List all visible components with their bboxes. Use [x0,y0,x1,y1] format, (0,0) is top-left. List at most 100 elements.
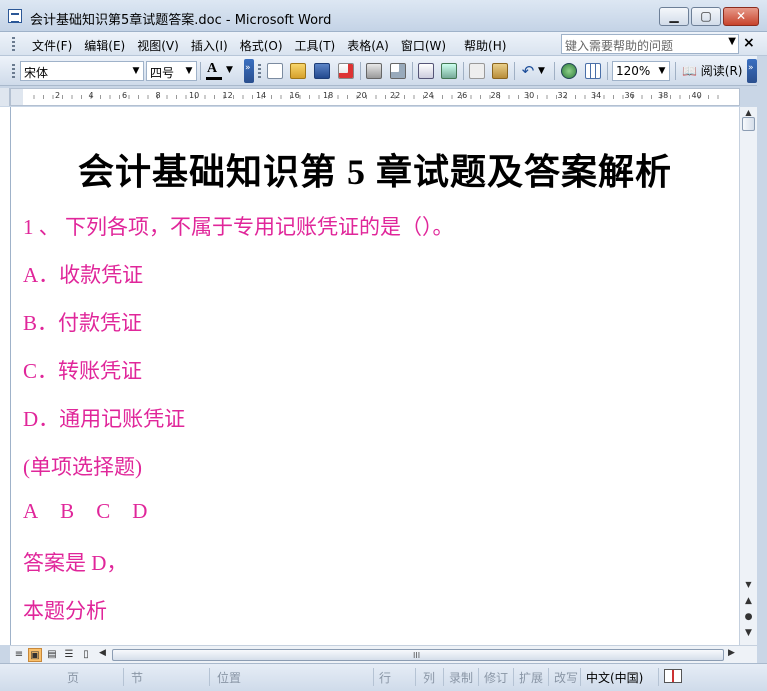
menu-item[interactable]: 窗口(W) [395,36,452,55]
toolbar-grip-handle[interactable] [12,64,15,78]
next-page-icon[interactable]: ▼ [740,628,757,638]
status-track-changes[interactable]: 修订 [481,668,514,686]
menu-item[interactable]: 表格(A) [341,36,395,55]
ruler-label: 18 [323,91,334,100]
toolbar-options-chevron[interactable] [244,59,254,83]
menu-grip-handle[interactable] [12,37,15,51]
chevron-down-icon[interactable]: ▼ [182,62,196,80]
menu-item[interactable]: 编辑(E) [78,36,131,55]
save-icon[interactable] [314,63,330,79]
hyperlink-icon[interactable] [561,63,577,79]
analysis-heading: 本题分析 [23,599,107,623]
document-left-gutter [0,107,10,645]
print-layout-view-icon[interactable]: ▤ [45,648,59,662]
status-extend[interactable]: 扩展 [516,668,549,686]
outline-view-icon[interactable]: ☰ [62,648,76,662]
web-layout-view-icon[interactable]: ▣ [28,648,42,662]
minimize-button[interactable]: ▁ [659,7,689,26]
ruler-label: 24 [423,91,434,100]
menu-item[interactable]: 格式(O) [234,36,289,55]
ruler-label: 6 [122,91,128,100]
ruler-label: 10 [189,91,200,100]
vertical-scroll-thumb[interactable] [742,117,755,131]
document-page[interactable]: 会计基础知识第 5 章试题及答案解析 1 、 下列各项，不属于专用记账凭证的是（… [10,107,739,645]
new-doc-icon[interactable] [267,63,283,79]
normal-view-icon[interactable]: ≡ [12,648,26,662]
spelling-icon[interactable] [418,63,434,79]
ruler-label: 28 [490,91,501,100]
menu-item[interactable]: 工具(T) [289,36,342,55]
toolbar-options-chevron[interactable] [747,59,757,83]
answer-text: 答案是 D， [23,551,128,575]
paste-icon[interactable] [492,63,508,79]
ruler-left-margin [11,89,23,105]
font-name-value: 宋体 [24,66,49,80]
chevron-down-icon[interactable]: ▼ [728,36,736,47]
status-section: 节 [128,668,210,686]
close-document-button[interactable]: × [743,35,755,51]
ask-question-box[interactable]: 键入需要帮助的问题 ▼ [561,34,739,54]
menu-item[interactable]: 文件(F) [26,36,78,55]
menu-item[interactable]: 视图(V) [131,36,185,55]
undo-icon[interactable]: ↶ [520,63,536,79]
status-line: 行 [376,668,416,686]
spelling-status-icon[interactable] [664,669,682,683]
status-language[interactable]: 中文(中国) [583,668,659,686]
menu-item[interactable]: 帮助(H) [458,36,512,55]
answer-choices: ABCD [23,499,147,524]
toolbar-separator [360,62,361,80]
toolbar-grip-handle[interactable] [258,64,261,78]
maximize-button[interactable]: ▢ [691,7,721,26]
ruler-label: 32 [557,91,568,100]
chevron-down-icon[interactable]: ▼ [538,63,548,79]
reading-layout-view-icon[interactable]: ▯ [79,648,93,662]
research-icon[interactable] [441,63,457,79]
ruler-label: 2 [55,91,61,100]
reading-layout-button[interactable]: 📖 阅读(R) [682,62,742,79]
scroll-left-icon[interactable]: ◀ [99,648,106,658]
copy-icon[interactable] [469,63,485,79]
ruler-label: 38 [658,91,669,100]
font-color-button[interactable]: A ▼ [203,61,237,81]
toolbar-separator [514,62,515,80]
font-name-select[interactable]: 宋体 ▼ [20,61,144,81]
permission-icon[interactable] [338,63,354,79]
print-icon[interactable] [366,63,382,79]
font-size-select[interactable]: 四号 ▼ [146,61,197,81]
ruler-label: 16 [289,91,300,100]
chevron-down-icon[interactable]: ▼ [226,65,233,75]
zoom-select[interactable]: 120% ▼ [612,61,670,81]
select-browse-object-icon[interactable]: ● [740,612,757,622]
document-title: 会计基础知识第 5 章试题及答案解析 [77,152,672,192]
toolbar-separator [463,62,464,80]
status-record[interactable]: 录制 [446,668,479,686]
horizontal-ruler[interactable]: 2 4 6 8 10 12 14 16 18 20 22 24 26 28 30 32 34 36 38 40 [10,88,740,106]
status-column: 列 [420,668,444,686]
chevron-down-icon[interactable]: ▼ [655,62,669,80]
ruler-tab-selector[interactable] [0,88,10,106]
font-color-icon: A [207,61,218,76]
menu-items: 文件(F) 编辑(E) 视图(V) 插入(I) 格式(O) 工具(T) 表格(A) 窗口(W)… [26,36,512,55]
ruler-label: 20 [356,91,367,100]
ruler-label: 8 [155,91,161,100]
open-icon[interactable] [290,63,306,79]
status-overtype[interactable]: 改写 [551,668,581,686]
word-doc-icon[interactable] [8,9,22,23]
toolbar-separator [607,62,608,80]
close-button[interactable]: ✕ [723,7,759,26]
chevron-down-icon[interactable]: ▼ [129,62,143,80]
table-icon[interactable] [585,63,601,79]
window-title: 会计基础知识第5章试题答案.doc - Microsoft Word [30,13,332,28]
vertical-scrollbar[interactable]: ▲ ▼ ▲ ● ▼ [739,107,757,645]
menu-bar: 文件(F) 编辑(E) 视图(V) 插入(I) 格式(O) 工具(T) 表格(A) 窗口(W)… [0,32,767,56]
scroll-down-icon[interactable]: ▼ [740,577,757,592]
status-bar: 页 节 位置 行 列 录制 修订 扩展 改写 中文(中国) [0,663,767,691]
scroll-right-icon[interactable]: ▶ [728,648,735,658]
print-preview-icon[interactable] [390,63,406,79]
previous-page-icon[interactable]: ▲ [740,596,757,606]
ruler-label: 22 [390,91,401,100]
ruler-label: 34 [591,91,602,100]
menu-item[interactable]: 插入(I) [185,36,234,55]
horizontal-scroll-thumb[interactable]: III [112,649,724,661]
horizontal-scrollbar-area: ≡ ▣ ▤ ☰ ▯ ◀ III ▶ [10,645,757,663]
